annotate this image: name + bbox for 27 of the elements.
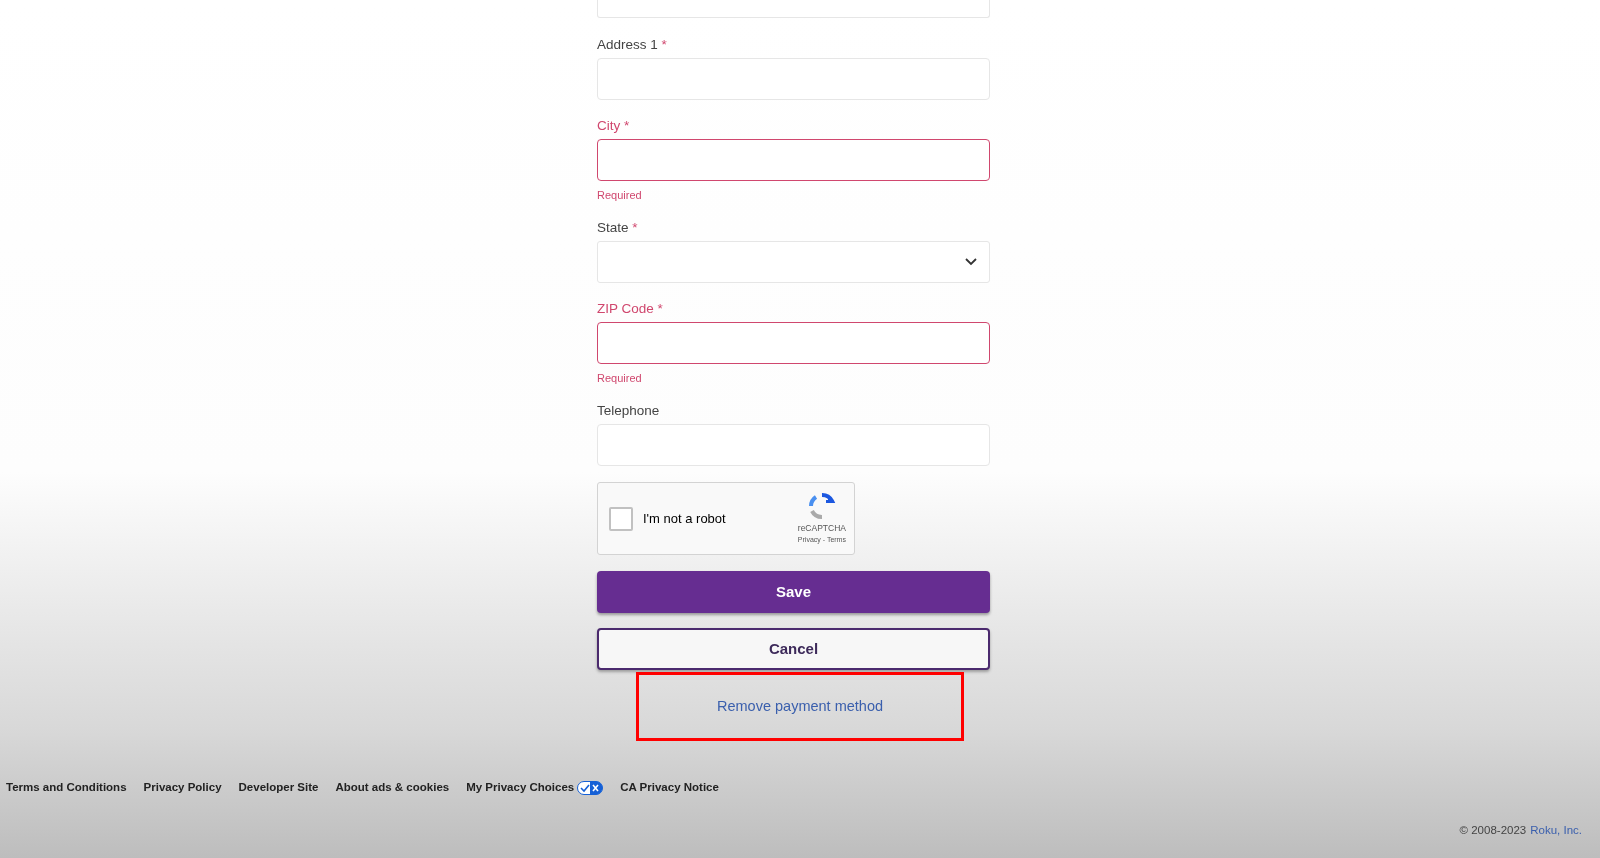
copyright-text: © 2008-2023 xyxy=(1459,823,1527,839)
field-label: Telephone xyxy=(597,403,660,419)
field-label: ZIP Code * xyxy=(597,301,663,317)
save-button[interactable]: Save xyxy=(597,571,990,613)
footer-link[interactable]: Terms and Conditions xyxy=(6,779,127,797)
chevron-down-icon xyxy=(965,258,977,266)
select-field[interactable] xyxy=(597,0,990,18)
footer-link[interactable]: Privacy Policy xyxy=(143,779,222,797)
field-label: Address 1 * xyxy=(597,37,667,53)
error-message: Required xyxy=(597,372,642,385)
footer-link[interactable]: My Privacy Choices xyxy=(466,779,575,797)
remove-payment-link[interactable]: Remove payment method xyxy=(717,695,883,718)
recaptcha-logo-icon xyxy=(807,491,836,520)
footer-link[interactable]: CA Privacy Notice xyxy=(620,779,719,797)
company-link[interactable]: Roku, Inc. xyxy=(1530,822,1582,840)
footer-link[interactable]: About ads & cookies xyxy=(335,779,450,797)
cancel-button[interactable]: Cancel xyxy=(597,628,990,670)
captcha-checkbox[interactable] xyxy=(609,506,633,531)
input-field[interactable] xyxy=(597,322,990,364)
select-field[interactable] xyxy=(597,241,990,283)
field-label: City * xyxy=(597,118,630,134)
footer-link[interactable]: Developer Site xyxy=(238,779,319,797)
error-message: Required xyxy=(597,189,642,202)
input-field[interactable] xyxy=(597,139,990,181)
field-label: State * xyxy=(597,220,638,236)
captcha-brand: reCAPTCHA xyxy=(797,521,846,535)
captcha-label: I'm not a robot xyxy=(643,509,726,528)
